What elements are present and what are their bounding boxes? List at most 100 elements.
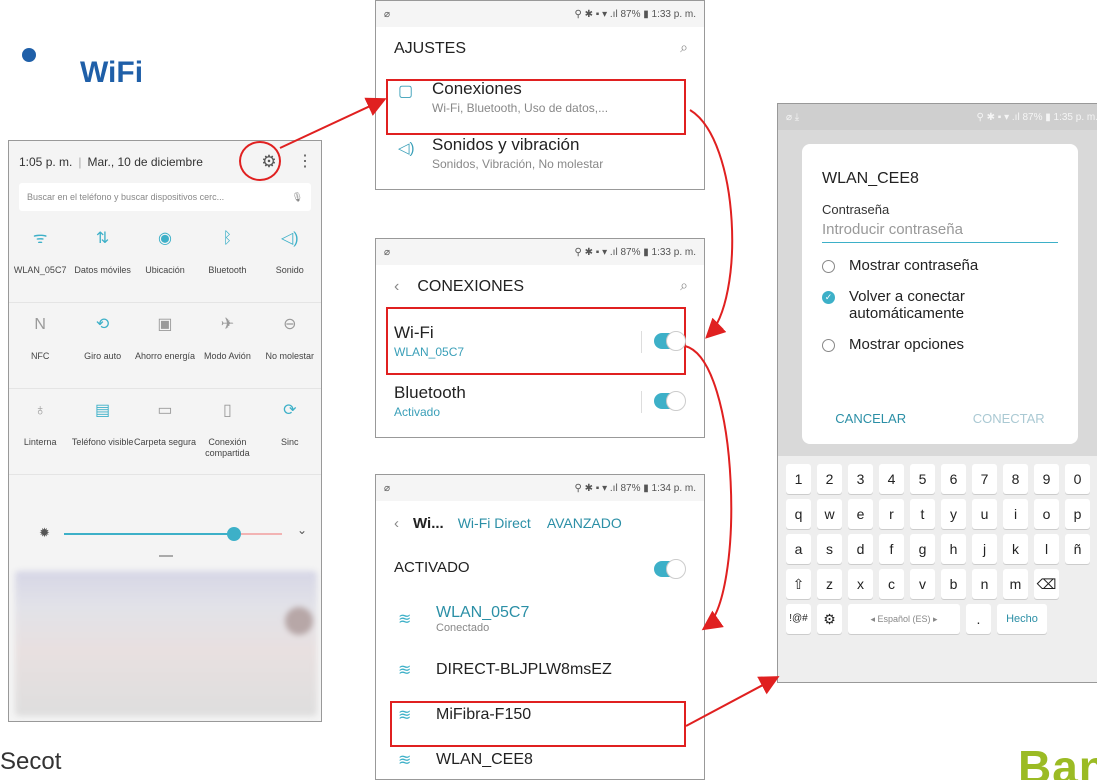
key[interactable]: e bbox=[848, 499, 873, 529]
key[interactable]: 4 bbox=[879, 464, 904, 494]
quick-toggle-mobile-data[interactable]: ⇅ Datos móviles bbox=[71, 217, 134, 303]
key[interactable]: 3 bbox=[848, 464, 873, 494]
key[interactable]: 2 bbox=[817, 464, 842, 494]
connect-button[interactable]: CONECTAR bbox=[973, 411, 1045, 426]
quick-toggle-do-not-disturb[interactable]: ⊖ No molestar bbox=[258, 303, 321, 389]
connections-item-bluetooth[interactable]: Bluetooth Activado bbox=[376, 373, 704, 431]
wifi-toggle[interactable] bbox=[654, 331, 686, 351]
bluetooth-toggle[interactable] bbox=[654, 391, 686, 411]
brightness-slider[interactable]: ✹ ⌄ bbox=[9, 511, 321, 553]
key[interactable]: r bbox=[879, 499, 904, 529]
gear-highlight-circle bbox=[239, 141, 281, 181]
drag-handle[interactable] bbox=[159, 555, 173, 557]
quick-toggle-airplane[interactable]: ✈ Modo Avión bbox=[196, 303, 259, 389]
quick-toggle-auto-rotate[interactable]: ⟲ Giro auto bbox=[71, 303, 134, 389]
key[interactable]: v bbox=[910, 569, 935, 599]
wifi-lock-icon: ≋ bbox=[398, 661, 412, 679]
network-name: WLAN_05C7 bbox=[436, 604, 530, 621]
key[interactable]: n bbox=[972, 569, 997, 599]
password-input[interactable]: Introducir contraseña bbox=[822, 221, 1058, 243]
settings-item-sonidos[interactable]: ◁) Sonidos y vibración Sonidos, Vibració… bbox=[376, 127, 704, 179]
key[interactable]: h bbox=[941, 534, 966, 564]
quick-toggle-sound[interactable]: ◁) Sonido bbox=[258, 217, 321, 303]
period-key[interactable]: . bbox=[966, 604, 991, 634]
show-password-checkbox[interactable]: Mostrar contraseña bbox=[822, 257, 1058, 274]
item-title: Bluetooth bbox=[394, 383, 466, 402]
key[interactable]: d bbox=[848, 534, 873, 564]
wifi-network-row[interactable]: ≋ DIRECT-BLJPLW8msEZ bbox=[376, 647, 704, 692]
quick-toggle-bluetooth[interactable]: ᛒ Bluetooth bbox=[196, 217, 259, 303]
key[interactable]: 9 bbox=[1034, 464, 1059, 494]
key[interactable]: g bbox=[910, 534, 935, 564]
key[interactable]: 0 bbox=[1065, 464, 1090, 494]
key[interactable]: i bbox=[1003, 499, 1028, 529]
more-options-icon[interactable]: ⋮ bbox=[297, 152, 313, 172]
symbols-key[interactable]: !@# bbox=[786, 604, 811, 634]
key[interactable]: 1 bbox=[786, 464, 811, 494]
auto-reconnect-checkbox[interactable]: ✓ Volver a conectar automáticamente bbox=[822, 288, 1058, 322]
key[interactable]: y bbox=[941, 499, 966, 529]
show-options-checkbox[interactable]: Mostrar opciones bbox=[822, 336, 1058, 353]
item-subtitle: WLAN_05C7 bbox=[394, 345, 465, 359]
cancel-button[interactable]: CANCELAR bbox=[835, 411, 906, 426]
quick-toggle-label: Ubicación bbox=[145, 265, 185, 275]
panel-search-input[interactable]: Buscar en el teléfono y buscar dispositi… bbox=[19, 183, 311, 211]
key[interactable]: ⌫ bbox=[1034, 569, 1059, 599]
quick-toggle-phone-visible[interactable]: ▤ Teléfono visible bbox=[71, 389, 134, 475]
key[interactable]: 7 bbox=[972, 464, 997, 494]
search-icon[interactable]: ⌕ bbox=[680, 39, 688, 56]
key[interactable]: w bbox=[817, 499, 842, 529]
key[interactable]: l bbox=[1034, 534, 1059, 564]
wifi-direct-link[interactable]: Wi-Fi Direct bbox=[458, 515, 531, 531]
mic-icon[interactable]: 🎙 bbox=[292, 192, 303, 203]
brightness-icon: ✹ bbox=[39, 525, 50, 540]
wifi-master-switch[interactable]: ACTIVADO bbox=[376, 545, 704, 591]
search-icon[interactable]: ⌕ bbox=[680, 277, 688, 294]
quick-toggle-secure-folder[interactable]: ▭ Carpeta segura bbox=[133, 389, 197, 475]
key[interactable]: j bbox=[972, 534, 997, 564]
connections-item-wifi[interactable]: Wi-Fi WLAN_05C7 bbox=[376, 309, 704, 373]
brightness-thumb[interactable] bbox=[227, 527, 242, 541]
quick-toggle-power-saving[interactable]: ▣ Ahorro energía bbox=[133, 303, 197, 389]
key[interactable]: q bbox=[786, 499, 811, 529]
key[interactable]: x bbox=[848, 569, 873, 599]
back-icon[interactable]: ‹ bbox=[394, 278, 399, 296]
key[interactable]: p bbox=[1065, 499, 1090, 529]
quick-toggle-nfc[interactable]: N NFC bbox=[9, 303, 72, 389]
back-icon[interactable]: ‹ bbox=[394, 515, 399, 532]
wifi-toggle[interactable] bbox=[654, 559, 686, 579]
key[interactable]: t bbox=[910, 499, 935, 529]
key[interactable]: a bbox=[786, 534, 811, 564]
key[interactable]: o bbox=[1034, 499, 1059, 529]
quick-toggle-wifi[interactable]: ᯤ WLAN_05C7 bbox=[9, 217, 72, 303]
key[interactable]: 6 bbox=[941, 464, 966, 494]
key[interactable]: u bbox=[972, 499, 997, 529]
key[interactable]: k bbox=[1003, 534, 1028, 564]
item-subtitle: Wi-Fi, Bluetooth, Uso de datos,... bbox=[432, 101, 609, 115]
key[interactable]: b bbox=[941, 569, 966, 599]
key[interactable]: m bbox=[1003, 569, 1028, 599]
quick-toggle-shared-connection[interactable]: ▯ Conexión compartida bbox=[196, 389, 259, 475]
done-key[interactable]: Hecho bbox=[997, 604, 1047, 634]
key[interactable]: z bbox=[817, 569, 842, 599]
key[interactable]: s bbox=[817, 534, 842, 564]
settings-screen: ⌀ ⚲ ✱ ▪ ▾ .ıl 87% ▮ 1:33 p. m. AJUSTES ⌕… bbox=[375, 0, 705, 190]
key[interactable]: c bbox=[879, 569, 904, 599]
advanced-link[interactable]: AVANZADO bbox=[547, 515, 622, 531]
quick-toggle-location[interactable]: ◉ Ubicación bbox=[133, 217, 197, 303]
settings-key[interactable]: ⚙ bbox=[817, 604, 842, 634]
key[interactable]: ñ bbox=[1065, 534, 1090, 564]
wifi-network-row[interactable]: ≋ WLAN_05C7 Conectado bbox=[376, 591, 704, 647]
space-key[interactable]: ◂ Español (ES) ▸ bbox=[848, 604, 960, 634]
key[interactable]: 5 bbox=[910, 464, 935, 494]
key[interactable]: 8 bbox=[1003, 464, 1028, 494]
key[interactable]: ⇧ bbox=[786, 569, 811, 599]
quick-toggle-label: Giro auto bbox=[84, 351, 122, 361]
keyboard-row1: 1234567890 bbox=[782, 464, 1097, 494]
settings-item-conexiones[interactable]: ▢ Conexiones Wi-Fi, Bluetooth, Uso de da… bbox=[376, 71, 704, 123]
chevron-down-icon[interactable]: ⌄ bbox=[297, 523, 307, 537]
quick-toggle-flashlight[interactable]: ♁ Linterna bbox=[9, 389, 72, 475]
quick-toggle-sync[interactable]: ⟳ Sinc bbox=[258, 389, 321, 475]
key[interactable]: f bbox=[879, 534, 904, 564]
footer-brand-logo: Ban bbox=[1018, 741, 1097, 780]
